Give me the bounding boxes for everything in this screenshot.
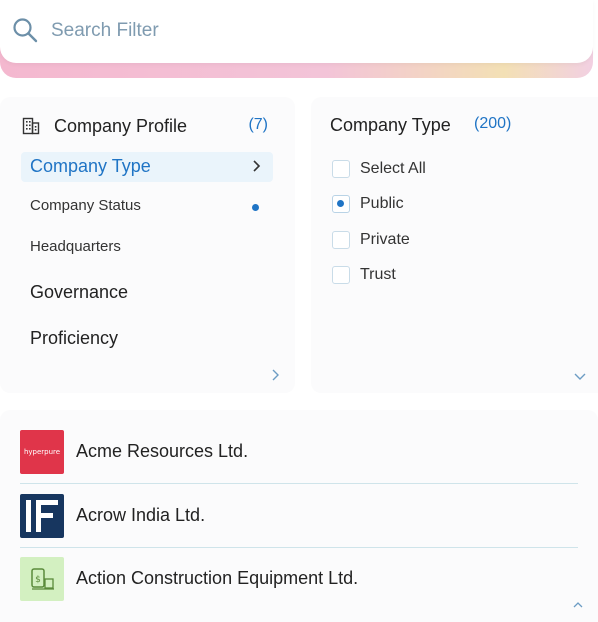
- search-icon[interactable]: [12, 17, 38, 43]
- options-count: (200): [474, 115, 512, 132]
- panel-title: Company Profile: [54, 116, 188, 136]
- divider: [20, 483, 578, 484]
- panel-header: Company Profile (7): [22, 116, 274, 139]
- chevron-right-icon[interactable]: [270, 368, 280, 382]
- company-list: hyperpure Acme Resources Ltd. Acrow Indi…: [0, 410, 598, 622]
- option-public[interactable]: Public: [332, 193, 552, 215]
- checkbox[interactable]: [332, 266, 350, 284]
- logo-text: hyperpure: [23, 448, 61, 456]
- divider: [20, 547, 578, 548]
- company-name: Acme Resources Ltd.: [76, 441, 249, 461]
- filter-options-panel: Company Type (200) Select All Public Pri…: [311, 97, 598, 393]
- nav-item-company-type[interactable]: Company Type: [21, 152, 273, 182]
- checkbox[interactable]: [332, 160, 350, 178]
- svg-text:$: $: [35, 575, 41, 585]
- chevron-down-icon[interactable]: [573, 371, 587, 381]
- filter-category-panel: Company Profile (7) Company Type Company…: [0, 97, 295, 393]
- company-name: Action Construction Equipment Ltd.: [76, 568, 359, 588]
- chevron-right-icon: [253, 160, 261, 172]
- company-logo: $: [20, 557, 64, 601]
- if-logo-icon: [26, 500, 58, 532]
- company-name: Acrow India Ltd.: [76, 505, 206, 525]
- search-input[interactable]: [51, 17, 551, 45]
- money-bag-icon: $: [31, 568, 54, 590]
- nav-item-proficiency[interactable]: Proficiency: [21, 322, 273, 352]
- company-logo: [20, 494, 64, 538]
- checkbox[interactable]: [332, 195, 350, 213]
- nav-item-governance[interactable]: Governance: [21, 276, 273, 306]
- option-label: Trust: [360, 266, 396, 283]
- checkbox[interactable]: [332, 231, 350, 249]
- selection-indicator-dot: [252, 204, 259, 211]
- nav-item-label: Governance: [30, 282, 129, 302]
- options-title: Company Type: [330, 115, 451, 135]
- option-label: Select All: [360, 160, 426, 177]
- option-private[interactable]: Private: [332, 229, 552, 251]
- search-bar: [0, 0, 593, 63]
- list-item[interactable]: Acrow India Ltd.: [20, 494, 578, 558]
- nav-item-label: Company Status: [30, 197, 141, 214]
- option-select-all[interactable]: Select All: [332, 158, 552, 180]
- company-logo: hyperpure: [20, 430, 64, 474]
- option-trust[interactable]: Trust: [332, 264, 552, 286]
- chevron-up-icon[interactable]: [572, 601, 584, 609]
- nav-item-label: Proficiency: [30, 328, 119, 348]
- nav-item-headquarters[interactable]: Headquarters: [21, 232, 273, 262]
- nav-item-label: Headquarters: [30, 238, 121, 255]
- list-item[interactable]: hyperpure Acme Resources Ltd.: [20, 430, 578, 494]
- option-label: Private: [360, 231, 410, 248]
- option-label: Public: [360, 195, 404, 212]
- building-icon: [22, 117, 40, 135]
- nav-item-company-status[interactable]: Company Status: [21, 191, 273, 221]
- nav-item-label: Company Type: [30, 156, 151, 176]
- panel-count: (7): [248, 116, 268, 133]
- list-item[interactable]: $ Action Construction Equipment Ltd.: [20, 557, 578, 621]
- search-bar-accent: [0, 0, 593, 78]
